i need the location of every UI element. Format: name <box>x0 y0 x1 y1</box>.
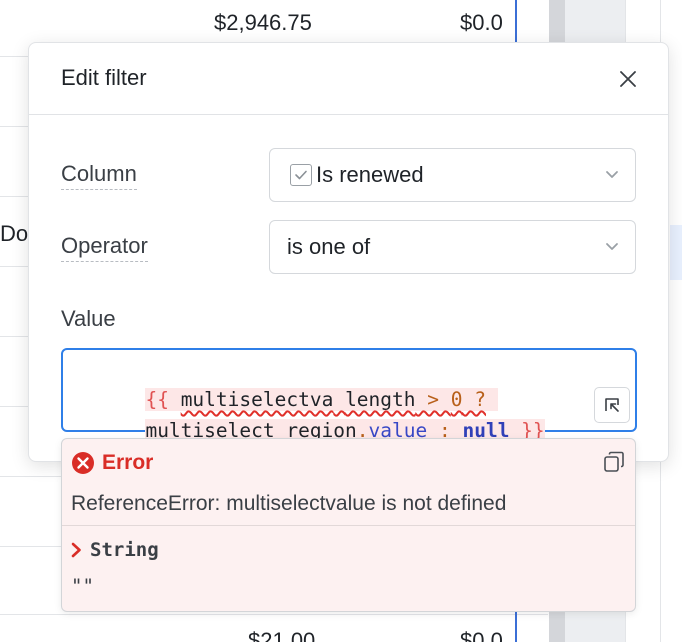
table-cell-amount: $21.00 <box>248 628 316 642</box>
operator-label: Operator <box>61 233 148 262</box>
column-select-value: Is renewed <box>316 162 424 187</box>
error-title: Error <box>102 451 154 474</box>
operator-select[interactable]: is one of <box>269 220 636 274</box>
expand-editor-button[interactable] <box>594 387 630 423</box>
expand-icon <box>605 398 619 412</box>
operator-select-value: is one of <box>287 234 371 259</box>
table-cell-amount: $0.0 <box>460 10 503 35</box>
selected-row-highlight <box>670 225 682 280</box>
chevron-right-icon <box>71 542 81 558</box>
error-icon <box>72 452 94 474</box>
value-label: Value <box>61 306 116 331</box>
close-button[interactable] <box>613 64 643 94</box>
dialog-title: Edit filter <box>61 65 147 90</box>
copy-button[interactable] <box>600 448 628 476</box>
chevron-down-icon <box>606 171 618 178</box>
error-popover: Error ReferenceError: multiselectvalue i… <box>61 438 636 612</box>
table-cell-text: Do <box>0 221 28 246</box>
result-value: "" <box>71 575 94 597</box>
error-header: Error <box>71 451 153 475</box>
dialog-header: Edit filter <box>29 43 668 115</box>
value-code-editor[interactable]: {{ multiselectva length > 0 ? multiselec… <box>61 348 637 442</box>
result-type-label: String <box>90 539 159 561</box>
error-divider <box>62 525 635 526</box>
column-label: Column <box>61 161 137 190</box>
result-type-toggle[interactable]: String <box>71 539 159 561</box>
chevron-down-icon <box>606 243 618 250</box>
table-cell-amount: $0.0 <box>460 628 503 642</box>
error-message: ReferenceError: multiselectvalue is not … <box>71 492 507 515</box>
checkbox-icon <box>290 164 312 186</box>
edit-filter-dialog: Edit filter Column Is renewed Operator i… <box>28 42 669 462</box>
column-select[interactable]: Is renewed <box>269 148 636 202</box>
table-cell-amount: $2,946.75 <box>214 10 312 35</box>
table-row-divider <box>0 614 548 615</box>
copy-icon <box>604 451 624 472</box>
close-icon <box>620 71 636 87</box>
